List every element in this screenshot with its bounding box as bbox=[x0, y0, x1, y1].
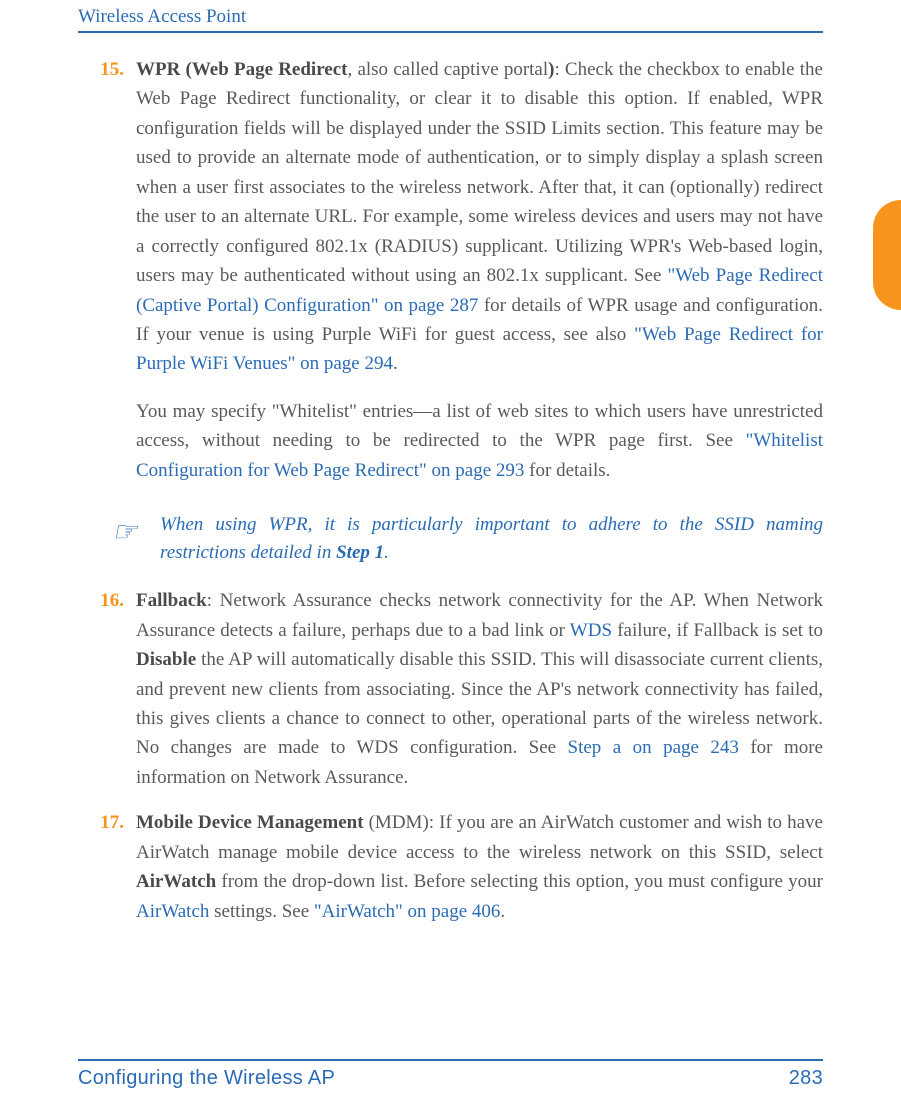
item-body: WPR (Web Page Redirect, also called capt… bbox=[136, 55, 823, 379]
page-footer: Configuring the Wireless AP 283 bbox=[78, 1059, 823, 1090]
item-number: 15. bbox=[78, 55, 136, 379]
airwatch-page-link[interactable]: "AirWatch" on page 406 bbox=[314, 901, 501, 922]
note-block: ☞ When using WPR, it is particularly imp… bbox=[112, 511, 823, 566]
footer-page-number: 283 bbox=[789, 1067, 823, 1090]
text: . bbox=[500, 901, 505, 922]
inline-bold: AirWatch bbox=[136, 871, 216, 892]
inline-bold: Disable bbox=[136, 649, 196, 670]
item-lead-bold: Mobile Device Management bbox=[136, 812, 364, 833]
footer-section-title: Configuring the Wireless AP bbox=[78, 1067, 335, 1090]
text: failure, if Fallback is set to bbox=[612, 620, 823, 641]
airwatch-link[interactable]: AirWatch bbox=[136, 901, 209, 922]
text: . bbox=[384, 542, 389, 563]
item-number: 17. bbox=[78, 808, 136, 926]
item-body: Mobile Device Management (MDM): If you a… bbox=[136, 808, 823, 926]
item-number: 16. bbox=[78, 586, 136, 792]
item-15-subparagraph: You may specify "Whitelist" entries—a li… bbox=[136, 397, 823, 485]
running-header: Wireless Access Point bbox=[78, 0, 823, 31]
item-lead-bold: Fallback bbox=[136, 590, 207, 611]
footer-rule bbox=[78, 1059, 823, 1061]
item-body: Fallback: Network Assurance checks netwo… bbox=[136, 586, 823, 792]
list-item-17: 17. Mobile Device Management (MDM): If y… bbox=[78, 808, 823, 926]
item-lead-bold: WPR (Web Page Redirect bbox=[136, 59, 348, 80]
note-hand-icon: ☞ bbox=[112, 511, 160, 566]
note-step-ref: Step 1 bbox=[336, 542, 384, 563]
list-item-16: 16. Fallback: Network Assurance checks n… bbox=[78, 586, 823, 792]
text: from the drop-down list. Before selectin… bbox=[216, 871, 823, 892]
header-rule bbox=[78, 31, 823, 33]
text: When using WPR, it is particularly impor… bbox=[160, 514, 823, 563]
text: . bbox=[393, 353, 398, 374]
step-a-link[interactable]: Step a on page 243 bbox=[568, 737, 739, 758]
text: settings. See bbox=[209, 901, 314, 922]
text: : Check the checkbox to enable the Web P… bbox=[136, 59, 823, 286]
side-tab bbox=[873, 200, 901, 310]
text: , also called captive portal bbox=[348, 59, 549, 80]
list-item-15: 15. WPR (Web Page Redirect, also called … bbox=[78, 55, 823, 379]
text: for details. bbox=[524, 460, 610, 481]
wds-link[interactable]: WDS bbox=[570, 620, 612, 641]
text: You may specify "Whitelist" entries—a li… bbox=[136, 401, 823, 451]
note-text: When using WPR, it is particularly impor… bbox=[160, 511, 823, 566]
